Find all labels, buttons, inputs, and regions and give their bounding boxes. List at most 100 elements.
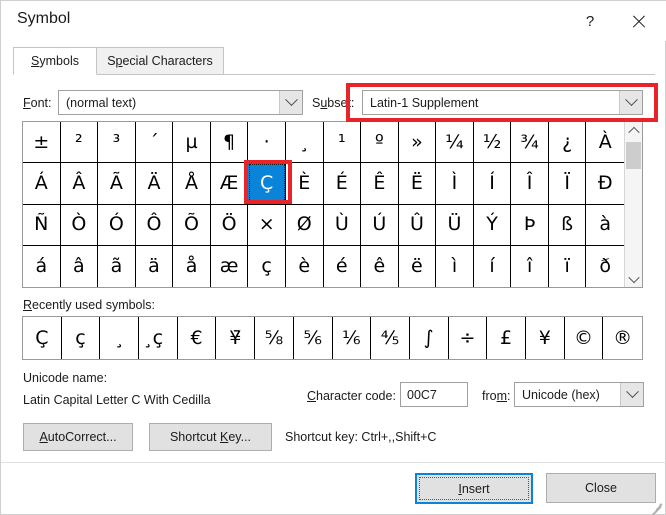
recent-symbol-cell[interactable]: ¥̄	[216, 317, 256, 359]
symbol-cell[interactable]: Ò	[60, 204, 99, 246]
symbol-cell[interactable]: ¸	[285, 122, 324, 164]
symbol-cell[interactable]: ³	[98, 122, 136, 164]
symbol-cell[interactable]: Ú	[361, 204, 399, 246]
symbol-cell[interactable]: Ó	[98, 204, 136, 246]
symbol-cell[interactable]: å	[173, 245, 211, 287]
symbol-cell[interactable]: ¹	[323, 122, 362, 164]
symbol-cell[interactable]: Ù	[323, 204, 362, 246]
symbol-cell[interactable]: Ô	[135, 204, 174, 246]
recent-symbol-cell[interactable]: ®	[603, 317, 642, 359]
recent-symbol-cell[interactable]: £	[487, 317, 526, 359]
symbol-cell[interactable]: Ì	[436, 163, 474, 205]
symbol-cell[interactable]: æ	[211, 245, 249, 287]
symbol-grid-scrollbar[interactable]	[624, 122, 642, 287]
symbol-cell[interactable]: Ö	[210, 204, 249, 246]
from-dropdown-arrow[interactable]	[620, 383, 643, 406]
symbol-cell[interactable]: ã	[98, 245, 136, 287]
recent-symbol-cell[interactable]: ÷	[449, 317, 488, 359]
tab-special-characters[interactable]: Special Characters	[96, 47, 224, 75]
font-combobox[interactable]: (normal text)	[58, 90, 303, 115]
symbol-cell[interactable]: á	[23, 245, 61, 287]
symbol-cell[interactable]: ¾	[511, 122, 549, 164]
symbol-cell[interactable]: ²	[60, 122, 99, 164]
insert-button[interactable]: Insert	[415, 473, 533, 504]
symbol-cell[interactable]: Ë	[398, 163, 437, 205]
symbol-cell[interactable]: Î	[511, 163, 549, 205]
recent-symbol-cell[interactable]: ¸	[100, 317, 140, 359]
from-combobox[interactable]: Unicode (hex)	[514, 382, 644, 407]
symbol-cell[interactable]: ¶	[210, 122, 249, 164]
symbol-cell[interactable]: Û	[398, 204, 437, 246]
scroll-up-button[interactable]	[625, 122, 642, 139]
symbol-cell[interactable]: è	[286, 245, 324, 287]
recent-symbol-cell[interactable]: ©	[565, 317, 604, 359]
symbol-cell[interactable]: Ø	[285, 204, 324, 246]
symbol-cell[interactable]: ×	[248, 204, 286, 246]
symbol-cell[interactable]: Õ	[173, 204, 211, 246]
symbol-cell[interactable]: ·	[248, 122, 286, 164]
recent-symbol-cell[interactable]: Ç	[23, 317, 62, 359]
subset-combobox[interactable]: Latin-1 Supplement	[362, 90, 643, 115]
recent-symbol-cell[interactable]: ∫	[410, 317, 449, 359]
symbol-cell[interactable]: Â	[60, 163, 99, 205]
symbol-cell[interactable]: í	[474, 245, 512, 287]
symbol-cell[interactable]: ì	[436, 245, 474, 287]
recent-symbol-cell[interactable]: ⅙	[333, 317, 372, 359]
symbol-cell[interactable]: Å	[173, 163, 211, 205]
symbol-cell[interactable]: »	[398, 122, 437, 164]
recent-symbol-cell[interactable]: ⅝	[255, 317, 294, 359]
symbol-cell[interactable]: ë	[399, 245, 437, 287]
symbol-cell[interactable]: à	[586, 205, 624, 246]
symbol-cell[interactable]: È	[285, 163, 324, 205]
tab-symbols[interactable]: Symbols	[13, 47, 97, 75]
symbol-cell[interactable]: ï	[549, 245, 587, 287]
scrollbar-thumb[interactable]	[626, 142, 641, 169]
symbol-cell[interactable]: ð	[586, 246, 624, 287]
recent-symbol-cell[interactable]: ⅘	[371, 317, 410, 359]
symbol-grid[interactable]: ± ² ³ ´ µ ¶ · ¸ ¹ º» ¼ ½ ¾ ¿ À Á Â Ã Ä Å Æ Ç È É Ê Ë Ì Í Î Ï Ð Ñ Ò Ó Ô Õ Ö × Ø…	[23, 122, 624, 287]
recent-symbol-cell[interactable]: ⅚	[294, 317, 333, 359]
symbol-cell[interactable]: ¼	[436, 122, 474, 164]
symbol-cell[interactable]: ´	[135, 122, 174, 164]
symbol-cell[interactable]: ä	[136, 245, 174, 287]
symbol-cell[interactable]: µ	[173, 122, 211, 164]
close-window-button[interactable]	[619, 7, 657, 35]
symbol-cell[interactable]: ß	[548, 204, 587, 246]
symbol-cell[interactable]: Æ	[210, 163, 249, 205]
symbol-cell[interactable]: À	[586, 122, 624, 164]
symbol-cell[interactable]: Ñ	[23, 204, 61, 246]
symbol-cell[interactable]: Ê	[361, 163, 399, 205]
help-button[interactable]: ?	[571, 7, 609, 35]
symbol-cell-selected[interactable]: Ç	[248, 163, 286, 205]
symbol-cell[interactable]: ¿	[548, 122, 587, 164]
symbol-cell[interactable]: ê	[361, 245, 399, 287]
subset-dropdown-arrow[interactable]	[619, 91, 642, 114]
symbol-cell[interactable]: Þ	[511, 204, 549, 246]
symbol-cell[interactable]: Í	[473, 163, 512, 205]
symbol-cell[interactable]: Ý	[473, 204, 512, 246]
symbol-cell[interactable]: Ã	[98, 163, 136, 205]
symbol-cell[interactable]: é	[324, 245, 362, 287]
autocorrect-button[interactable]: AutoCorrect...	[23, 423, 133, 451]
recently-used-grid[interactable]: Çç ¸̧ç € ¥̄ ⅝ ⅚ ⅙ ⅘ ∫ ÷ £ ¥ © ®	[22, 316, 643, 360]
symbol-cell[interactable]: º	[361, 122, 399, 164]
close-button[interactable]: Close	[546, 473, 656, 503]
recent-symbol-cell[interactable]: ¥	[526, 317, 565, 359]
resize-grip[interactable]	[650, 500, 663, 515]
symbol-cell[interactable]: Á	[23, 163, 61, 205]
symbol-cell[interactable]: Ä	[135, 163, 174, 205]
recent-symbol-cell[interactable]: €	[178, 317, 217, 359]
symbol-cell[interactable]: Ï	[548, 163, 587, 205]
font-dropdown-arrow[interactable]	[279, 91, 302, 114]
symbol-cell[interactable]: ±	[23, 122, 61, 164]
symbol-cell[interactable]: ½	[473, 122, 512, 164]
scroll-down-button[interactable]	[625, 270, 642, 287]
shortcut-key-button[interactable]: Shortcut Key...	[149, 423, 272, 451]
recent-symbol-cell[interactable]: ç	[62, 317, 101, 359]
symbol-cell[interactable]: Ü	[436, 204, 474, 246]
symbol-cell[interactable]: Ð	[586, 163, 624, 205]
recent-symbol-cell[interactable]: ̧ç	[139, 317, 178, 359]
symbol-cell[interactable]: ç	[248, 245, 286, 287]
symbol-cell[interactable]: É	[323, 163, 362, 205]
character-code-input[interactable]: 00C7	[400, 382, 468, 407]
